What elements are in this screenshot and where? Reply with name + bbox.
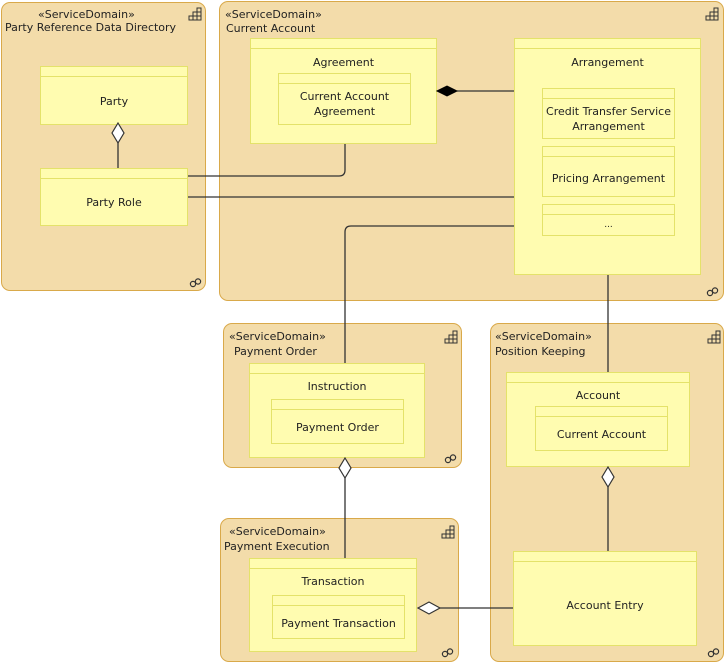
class-label: Payment Order	[296, 421, 379, 434]
link-icon[interactable]	[706, 287, 720, 297]
class-label: Current Account	[556, 428, 647, 441]
class-label: Party Role	[86, 196, 142, 209]
class-label: Transaction	[301, 575, 365, 588]
class-header	[514, 552, 696, 562]
class-label: Arrangement	[572, 120, 645, 133]
class-label: Pricing Arrangement	[551, 172, 666, 185]
class-header	[41, 169, 187, 179]
stereotype-label: «ServiceDomain»	[225, 8, 322, 21]
class-instruction[interactable]: Instruction Payment Order	[249, 363, 425, 458]
class-label: Agreement	[313, 105, 376, 118]
domain-party-reference-data-directory[interactable]: «ServiceDomain» Party Reference Data Dir…	[1, 2, 206, 291]
class-credit-transfer-service-arrangement[interactable]: Credit Transfer Service Arrangement	[542, 88, 675, 139]
frame-icon[interactable]	[444, 330, 458, 344]
class-party[interactable]: Party	[40, 66, 188, 125]
class-header	[543, 205, 674, 215]
link-icon[interactable]	[707, 648, 721, 658]
class-payment-order[interactable]: Payment Order	[271, 399, 404, 444]
frame-icon[interactable]	[441, 525, 455, 539]
class-pricing-arrangement[interactable]: Pricing Arrangement	[542, 146, 675, 197]
domain-name: Current Account	[226, 22, 316, 35]
class-header	[536, 407, 667, 417]
class-payment-transaction[interactable]: Payment Transaction	[272, 595, 405, 639]
class-label: ...	[604, 220, 613, 230]
domain-name: Party Reference Data Directory	[5, 21, 177, 34]
class-agreement[interactable]: Agreement Current Account Agreement	[250, 38, 437, 144]
class-header	[250, 364, 424, 374]
frame-icon[interactable]	[707, 330, 721, 344]
class-label: Agreement	[312, 56, 375, 69]
domain-name: Payment Execution	[224, 540, 330, 553]
stereotype-label: «ServiceDomain»	[229, 330, 326, 343]
class-header	[41, 67, 187, 77]
class-arrangement[interactable]: Arrangement Credit Transfer Service Arra…	[514, 38, 701, 275]
class-header	[507, 373, 689, 383]
class-header	[272, 400, 403, 410]
class-header	[279, 74, 410, 84]
class-header	[250, 559, 416, 569]
class-label: Payment Transaction	[281, 617, 396, 630]
class-label: Instruction	[307, 380, 367, 393]
class-header	[543, 147, 674, 157]
class-transaction[interactable]: Transaction Payment Transaction	[249, 558, 417, 652]
domain-name: Payment Order	[234, 345, 317, 358]
stereotype-label: «ServiceDomain»	[229, 525, 326, 538]
class-current-account[interactable]: Current Account	[535, 406, 668, 451]
class-header	[251, 39, 436, 49]
class-label: Arrangement	[571, 56, 644, 69]
link-icon[interactable]	[189, 278, 203, 288]
frame-icon[interactable]	[705, 7, 719, 21]
class-account[interactable]: Account Current Account	[506, 372, 690, 467]
stereotype-label: «ServiceDomain»	[38, 8, 135, 21]
class-account-entry[interactable]: Account Entry	[513, 551, 697, 646]
class-header	[273, 596, 404, 606]
domain-name: Position Keeping	[495, 345, 586, 358]
class-header	[515, 39, 700, 49]
class-current-account-agreement[interactable]: Current Account Agreement	[278, 73, 411, 125]
class-label: Current Account	[299, 90, 390, 103]
class-ellipsis[interactable]: ...	[542, 204, 675, 236]
class-label: Party	[99, 95, 129, 108]
frame-icon[interactable]	[188, 7, 202, 21]
class-label: Account	[575, 389, 621, 402]
stereotype-label: «ServiceDomain»	[495, 330, 592, 343]
class-header	[543, 89, 674, 99]
class-label: Account Entry	[566, 599, 644, 612]
link-icon[interactable]	[444, 454, 458, 464]
class-party-role[interactable]: Party Role	[40, 168, 188, 226]
link-icon[interactable]	[441, 648, 455, 658]
class-label: Credit Transfer Service	[546, 105, 671, 118]
